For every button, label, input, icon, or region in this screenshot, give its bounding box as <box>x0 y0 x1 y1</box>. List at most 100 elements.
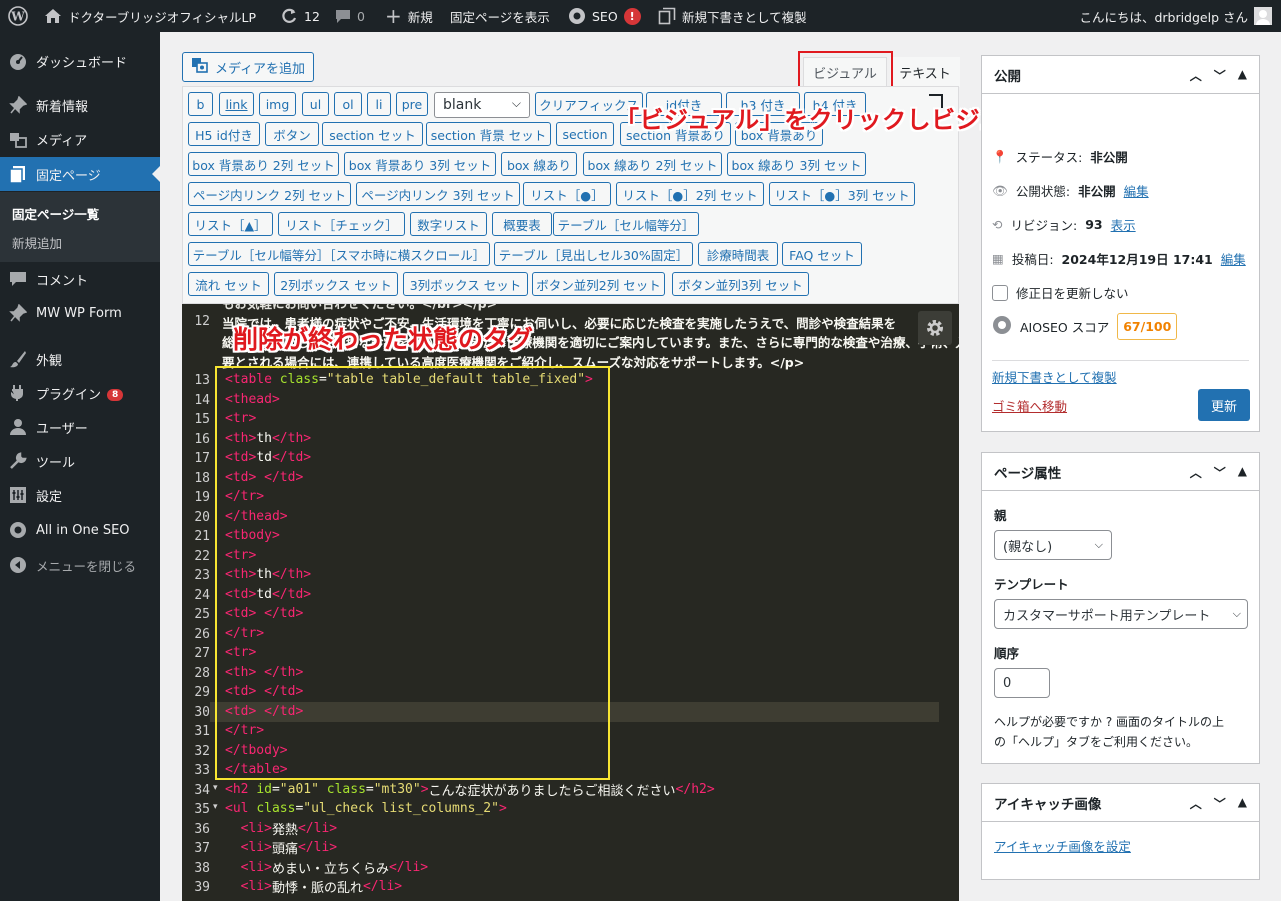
quicktag-button[interactable]: box 線あり <box>501 152 577 176</box>
submenu-add-new[interactable]: 新規追加 <box>12 233 62 252</box>
quicktag-button[interactable]: ボタン並列2列 セット <box>532 272 665 296</box>
quicktag-button[interactable]: テーブル［見出しセル30%固定］ <box>494 242 693 266</box>
move-up-icon[interactable]: ︿ <box>1190 795 1202 812</box>
quicktag-button[interactable]: テーブル［セル幅等分］ <box>553 212 699 236</box>
sidebar-item-plugins[interactable]: プラグイン 8 <box>0 376 160 410</box>
quicktag-button[interactable]: img <box>259 92 296 116</box>
quicktag-button[interactable]: li <box>367 92 391 116</box>
update-button[interactable]: 更新 <box>1198 389 1250 421</box>
move-down-icon[interactable]: ﹀ <box>1214 67 1226 84</box>
quicktag-button[interactable]: 概要表 <box>492 212 552 236</box>
plugin-icon <box>9 384 27 402</box>
quicktag-button[interactable]: リスト［●］2列 セット <box>616 182 764 206</box>
quicktag-button[interactable]: H5 id付き <box>188 122 260 146</box>
quicktag-button[interactable]: 3列ボックス セット <box>403 272 528 296</box>
quicktag-button[interactable]: box 背景あり 2列 セット <box>188 152 339 176</box>
sidebar-collapse-menu[interactable]: メニューを閉じる <box>0 548 160 582</box>
quicktag-button[interactable]: b <box>188 92 213 116</box>
toggle-panel-icon[interactable]: ▲ <box>1238 795 1247 812</box>
page-attributes-box: ページ属性 ︿ ﹀ ▲ 親 (親なし) ⌵ テンプレート カスタマーサポート用テンプレ… <box>981 452 1260 764</box>
comments-link[interactable]: 0 <box>335 0 365 32</box>
sidebar-item-appearance[interactable]: 外観 <box>0 342 160 376</box>
sidebar-item-tools[interactable]: ツール <box>0 444 160 478</box>
parent-select[interactable]: (親なし) ⌵ <box>994 530 1112 560</box>
move-down-icon[interactable]: ﹀ <box>1214 464 1226 481</box>
line-number: 35 <box>194 802 210 817</box>
quicktag-button[interactable]: 数字リスト <box>410 212 487 236</box>
move-up-icon[interactable]: ︿ <box>1190 464 1202 481</box>
line-number: 28 <box>194 665 210 681</box>
quicktag-button[interactable]: box 線あり 2列 セット <box>583 152 722 176</box>
date-edit-link[interactable]: 編集 <box>1221 249 1246 268</box>
quicktag-button[interactable]: ボタン並列3列 セット <box>672 272 809 296</box>
tab-text[interactable]: テキスト <box>890 57 960 87</box>
quicktag-button[interactable]: リスト［チェック］ <box>278 212 405 236</box>
line-number: 20 <box>194 509 210 525</box>
sidebar-item-mw-wp-form[interactable]: MW WP Form <box>0 296 160 330</box>
code-line-11: もお気軽にお問い合わせください。</br></p> <box>222 304 497 312</box>
sidebar-item-dashboard[interactable]: ダッシュボード <box>0 44 160 78</box>
quicktag-button[interactable]: リスト［●］ <box>523 182 611 206</box>
quicktag-button[interactable]: 診療時間表 <box>698 242 778 266</box>
quicktag-button[interactable]: FAQ セット <box>782 242 862 266</box>
trash-link[interactable]: ゴミ箱へ移動 <box>992 396 1067 415</box>
toggle-panel-icon[interactable]: ▲ <box>1238 67 1247 84</box>
wordpress-logo-icon[interactable]: W <box>8 0 28 32</box>
revision-view-link[interactable]: 表示 <box>1111 215 1136 234</box>
duplicate-draft-link[interactable]: 新規下書きとして複製 <box>658 0 807 32</box>
quicktag-button[interactable]: ul <box>302 92 329 116</box>
set-featured-image-link[interactable]: アイキャッチ画像を設定 <box>994 836 1131 855</box>
aioseo-score-badge[interactable]: 67/100 <box>1117 313 1178 340</box>
fold-arrow-icon[interactable]: ▾ <box>213 783 218 793</box>
new-content-link[interactable]: + 新規 <box>385 0 433 32</box>
media-icon <box>9 130 27 148</box>
duplicate-draft-link-box[interactable]: 新規下書きとして複製 <box>992 367 1117 386</box>
quicktag-button[interactable]: ページ内リンク 2列 セット <box>188 182 351 206</box>
move-down-icon[interactable]: ﹀ <box>1214 795 1226 812</box>
visibility-edit-link[interactable]: 編集 <box>1124 181 1149 200</box>
line-number: 13 <box>194 373 210 388</box>
view-page-link[interactable]: 固定ページを表示 <box>450 0 550 32</box>
quicktag-button[interactable]: リスト［●］3列 セット <box>769 182 915 206</box>
quicktag-button[interactable]: 流れ セット <box>188 272 269 296</box>
fold-arrow-icon[interactable]: ▾ <box>213 802 218 812</box>
quicktag-button[interactable]: ol <box>334 92 362 116</box>
move-up-icon[interactable]: ︿ <box>1190 67 1202 84</box>
quicktag-button[interactable]: section セット <box>322 122 423 146</box>
sidebar-item-settings[interactable]: 設定 <box>0 478 160 512</box>
sidebar-item-all-in-one-seo[interactable]: All in One SEO <box>0 513 160 547</box>
submenu-all-pages[interactable]: 固定ページ一覧 <box>12 204 99 223</box>
quicktag-button[interactable]: リスト［▲］ <box>188 212 273 236</box>
quicktag-button[interactable]: section 背景 セット <box>426 122 551 146</box>
sidebar-item-media[interactable]: メディア <box>0 122 160 156</box>
line-number: 15 <box>194 412 210 427</box>
quicktag-button[interactable]: pre <box>396 92 428 116</box>
site-name-link[interactable]: ドクターブリッジオフィシャルLP <box>44 0 256 32</box>
quicktag-button[interactable]: box 背景あり 3列 セット <box>344 152 496 176</box>
updates-link[interactable]: 12 <box>280 0 320 32</box>
quicktag-button[interactable]: link <box>219 92 254 116</box>
site-name: ドクターブリッジオフィシャルLP <box>68 9 257 25</box>
pin-icon <box>9 304 27 322</box>
update-date-checkbox[interactable] <box>992 284 1008 301</box>
editor-settings-gear-icon[interactable] <box>918 311 952 345</box>
seo-menu[interactable]: SEO ! <box>568 0 641 32</box>
order-input[interactable]: 0 <box>994 668 1050 698</box>
quicktag-button[interactable]: section <box>556 122 614 146</box>
visibility-row: 👁 公開状態: 非公開 編集 <box>992 181 1149 200</box>
quicktag-button[interactable]: ボタン <box>265 122 319 146</box>
sidebar-item-comments[interactable]: コメント <box>0 262 160 296</box>
template-select[interactable]: カスタマーサポート用テンプレート ⌵ <box>994 599 1248 629</box>
sidebar-item-pages[interactable]: 固定ページ <box>0 157 160 191</box>
toggle-panel-icon[interactable]: ▲ <box>1238 464 1247 481</box>
sidebar-item-users[interactable]: ユーザー <box>0 410 160 444</box>
sidebar-item-news[interactable]: 新着情報 <box>0 88 160 122</box>
add-media-button[interactable]: メディアを追加 <box>182 52 314 82</box>
format-select[interactable]: blank ⌵ <box>434 92 530 118</box>
collapse-icon <box>9 556 27 574</box>
quicktag-button[interactable]: ページ内リンク 3列 セット <box>356 182 520 206</box>
quicktag-button[interactable]: 2列ボックス セット <box>274 272 398 296</box>
quicktag-button[interactable]: テーブル［セル幅等分］［スマホ時に横スクロール］ <box>188 242 490 266</box>
quicktag-button[interactable]: box 線あり 3列 セット <box>727 152 866 176</box>
my-account-menu[interactable]: こんにちは、drbridgelp さん <box>1079 0 1272 32</box>
